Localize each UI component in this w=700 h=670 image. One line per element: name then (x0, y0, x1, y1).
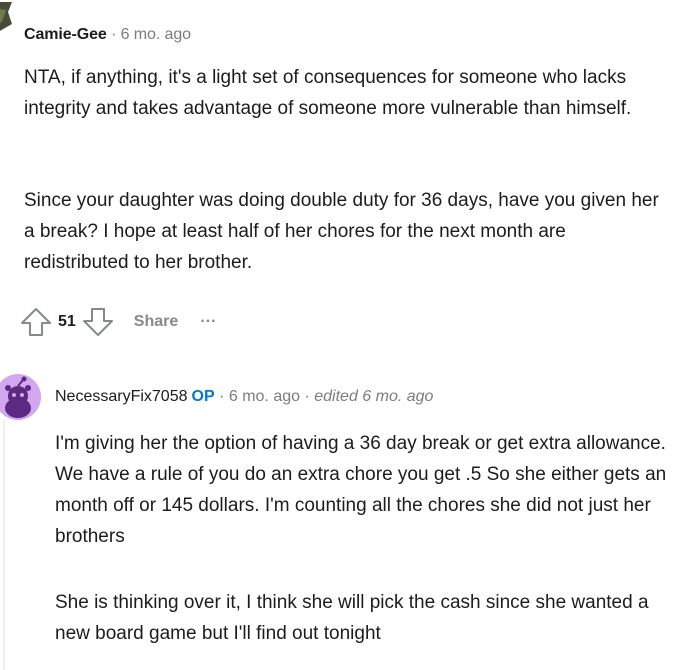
user-avatar-icon[interactable] (0, 2, 12, 36)
downvote-icon (82, 308, 113, 336)
comment-action-bar: 51 Share ... (20, 304, 217, 340)
comment-paragraph-2: Since your daughter was doing double dut… (24, 190, 659, 273)
thread-line[interactable] (3, 420, 5, 670)
upvote-button[interactable] (20, 306, 52, 338)
reply-paragraph-2: She is thinking over it, I think she wil… (55, 592, 649, 644)
comment-header: Camie-Gee · 6 mo. ago (24, 26, 191, 44)
reply-edited: edited 6 mo. ago (314, 388, 434, 405)
reply-author[interactable]: NecessaryFix7058 (55, 388, 188, 405)
meta-separator: · (111, 26, 117, 43)
comment-time[interactable]: 6 mo. ago (121, 26, 191, 43)
reply-paragraph-1: I'm giving her the option of having a 36… (55, 433, 667, 547)
snoo-avatar-icon[interactable] (0, 374, 41, 420)
comment-author[interactable]: Camie-Gee (24, 26, 107, 43)
vote-score: 51 (58, 313, 76, 330)
downvote-button[interactable] (82, 306, 114, 338)
reply-time[interactable]: 6 mo. ago (229, 388, 300, 405)
comment-paragraph-1: NTA, if anything, it's a light set of co… (24, 67, 632, 119)
meta-separator: · (219, 388, 225, 405)
op-badge: OP (191, 388, 215, 405)
share-button[interactable]: Share (134, 313, 178, 331)
reply-header: NecessaryFix7058 OP · 6 mo. ago · edited … (55, 388, 433, 406)
more-options-button[interactable]: ... (200, 309, 216, 327)
meta-separator: · (304, 388, 310, 405)
upvote-icon (21, 308, 51, 336)
